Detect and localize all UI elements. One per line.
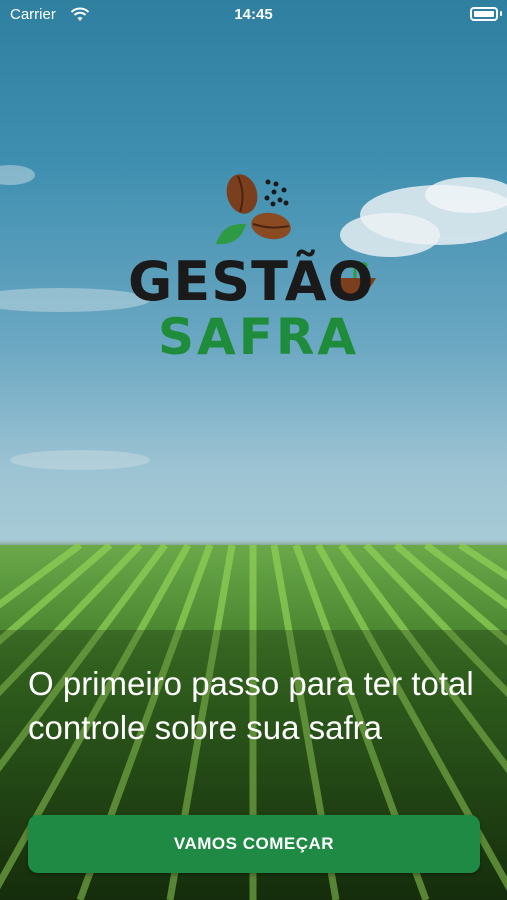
logo-subtitle: SAFRA [158, 308, 360, 366]
battery-tip [500, 11, 502, 16]
welcome-headline: O primeiro passo para ter total controle… [28, 665, 474, 746]
welcome-screen: Carrier 14:45 GESTÃO SAFRA O primeiro pa… [0, 0, 507, 900]
app-logo: GESTÃO SAFRA [128, 170, 380, 370]
logo-title: GESTÃO [128, 250, 375, 313]
status-time: 14:45 [234, 6, 273, 23]
battery-icon [470, 7, 498, 21]
leaf-icon [216, 223, 246, 245]
status-bar: Carrier 14:45 [0, 0, 507, 32]
start-button[interactable]: VAMOS COMEÇAR [28, 815, 480, 873]
